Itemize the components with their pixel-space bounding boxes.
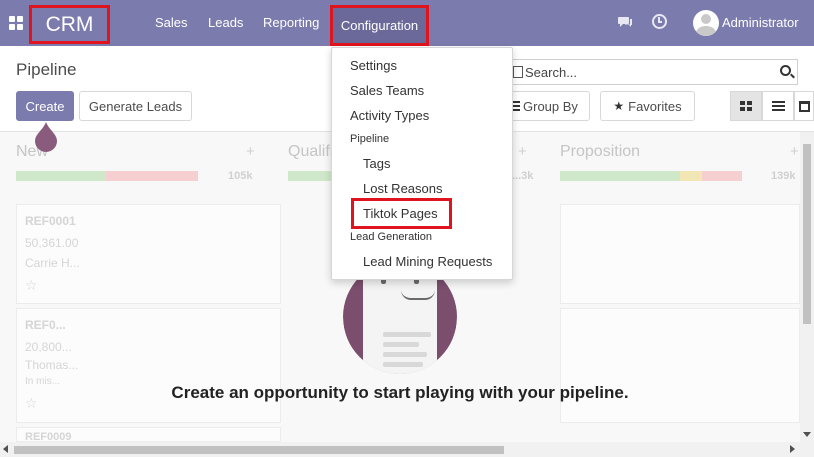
horizontal-scroll-thumb[interactable] xyxy=(14,446,504,454)
app-brand[interactable]: CRM xyxy=(29,5,110,44)
column-progress-bar[interactable] xyxy=(560,171,742,181)
apps-menu-icon[interactable] xyxy=(9,16,23,30)
activity-clock-icon[interactable] xyxy=(652,14,667,29)
group-by-label: Group By xyxy=(523,98,578,114)
column-title-proposition[interactable]: Proposition xyxy=(560,143,640,161)
card-ref: REF0001 xyxy=(25,214,76,228)
kanban-card[interactable]: REF0001 50,361.00 Carrie H... ☆ xyxy=(16,204,281,304)
menu-leads[interactable]: Leads xyxy=(208,0,243,46)
menu-reporting[interactable]: Reporting xyxy=(263,0,319,46)
column-total: 105k xyxy=(228,170,253,182)
card-amount: 20,800... xyxy=(25,340,72,354)
kanban-card[interactable] xyxy=(560,204,800,304)
menu-sales[interactable]: Sales xyxy=(155,0,188,46)
list-view-button[interactable] xyxy=(762,91,794,121)
menu-item-lead-mining-requests[interactable]: Lead Mining Requests xyxy=(363,254,492,269)
search-bar xyxy=(510,59,798,85)
menu-item-tags[interactable]: Tags xyxy=(363,156,390,171)
user-avatar[interactable] xyxy=(693,10,719,36)
kanban-card[interactable] xyxy=(560,308,800,423)
card-contact: Carrie H... xyxy=(25,256,80,270)
card-contact: Thomas... xyxy=(25,358,79,372)
menu-item-sales-teams[interactable]: Sales Teams xyxy=(350,83,424,98)
search-icon[interactable] xyxy=(780,65,791,76)
configuration-dropdown xyxy=(331,47,513,280)
tiktok-pages-highlight xyxy=(351,198,452,229)
empty-pipeline-message: Create an opportunity to start playing w… xyxy=(171,383,629,402)
calendar-view-button[interactable] xyxy=(794,91,814,121)
create-button[interactable]: Create xyxy=(16,91,74,121)
search-input[interactable] xyxy=(525,62,775,82)
menu-item-lost-reasons[interactable]: Lost Reasons xyxy=(363,181,443,196)
column-progress-bar[interactable] xyxy=(288,171,333,181)
scroll-left-arrow-icon[interactable] xyxy=(3,445,8,453)
star-icon[interactable]: ☆ xyxy=(25,277,38,294)
card-ref: REF0... xyxy=(25,318,66,332)
kanban-card[interactable]: REF0... 20,800... Thomas... In mis... ☆ xyxy=(16,308,281,423)
favorites-button[interactable]: ★ Favorites xyxy=(600,91,695,121)
menu-section-lead-generation: Lead Generation xyxy=(350,231,432,243)
tip-pointer-icon[interactable] xyxy=(35,122,57,152)
list-icon xyxy=(771,101,785,111)
vertical-scroll-thumb[interactable] xyxy=(803,144,811,324)
column-add-icon[interactable]: + xyxy=(518,143,527,160)
top-navbar: CRM Sales Leads Reporting Configuration … xyxy=(0,0,814,46)
card-amount: 50,361.00 xyxy=(25,236,79,250)
star-icon: ★ xyxy=(613,99,625,113)
column-total: 139k xyxy=(771,170,796,182)
favorites-label: Favorites xyxy=(628,98,682,114)
column-progress-bar[interactable] xyxy=(16,171,198,181)
scroll-right-arrow-icon[interactable] xyxy=(790,445,795,453)
generate-leads-button[interactable]: Generate Leads xyxy=(79,91,192,121)
horizontal-scrollbar[interactable] xyxy=(0,442,814,457)
menu-section-pipeline: Pipeline xyxy=(350,133,390,145)
kanban-view-button[interactable] xyxy=(730,91,762,121)
page-title: Pipeline xyxy=(16,60,77,79)
kanban-card[interactable]: REF0009 xyxy=(16,427,281,443)
group-by-button[interactable]: Group By xyxy=(506,91,590,121)
menu-configuration[interactable]: Configuration xyxy=(330,5,429,46)
scroll-down-arrow-icon[interactable] xyxy=(803,432,811,437)
column-add-icon[interactable]: + xyxy=(246,143,255,160)
column-add-icon[interactable]: + xyxy=(790,143,799,160)
search-facet-icon[interactable] xyxy=(513,66,523,78)
calendar-icon xyxy=(798,100,810,112)
column-total: ...3k xyxy=(512,170,534,182)
vertical-scrollbar[interactable] xyxy=(800,132,814,442)
chat-icon[interactable] xyxy=(618,15,633,29)
kanban-icon xyxy=(740,100,752,112)
menu-item-activity-types[interactable]: Activity Types xyxy=(350,108,429,123)
menu-item-settings[interactable]: Settings xyxy=(350,58,397,73)
user-name[interactable]: Administrator xyxy=(722,0,799,46)
